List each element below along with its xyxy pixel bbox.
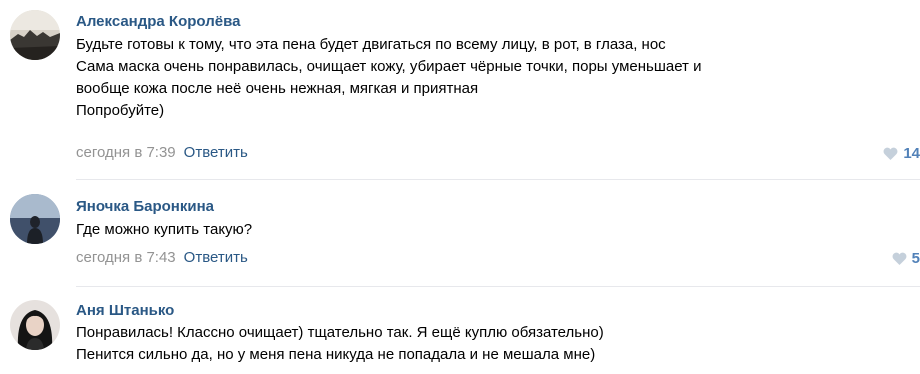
comment-text: Где можно купить такую? (76, 219, 252, 241)
avatar[interactable] (10, 10, 60, 60)
like-button[interactable]: 14 (883, 145, 920, 162)
comment-text-line: вообще кожа после неё очень нежная, мягк… (76, 80, 479, 97)
reply-button[interactable]: Ответить (184, 249, 248, 266)
author-name[interactable]: Аня Штанько (76, 302, 174, 319)
comment-meta: сегодня в 7:39 Ответить (76, 144, 248, 161)
comment-time[interactable]: сегодня в 7:43 (76, 249, 176, 266)
comment-text-line: Сама маска очень понравилась, очищает ко… (76, 58, 702, 75)
like-count: 14 (903, 145, 920, 162)
like-count: 5 (911, 250, 920, 267)
comment-text: Будьте готовы к тому, что эта пена будет… (76, 34, 701, 122)
comment-text-line: Понравилась! Классно очищает) тщательно … (76, 324, 604, 341)
comment-text-line: Где можно купить такую? (76, 221, 253, 238)
author-name[interactable]: Александра Королёва (76, 13, 240, 30)
divider (76, 286, 920, 287)
avatar[interactable] (10, 194, 60, 244)
heart-icon (883, 147, 898, 160)
avatar[interactable] (10, 300, 60, 350)
divider (76, 179, 920, 180)
comment-text-line: Попробуйте) (76, 102, 165, 119)
heart-icon (892, 252, 907, 265)
like-button[interactable]: 5 (892, 250, 920, 267)
author-name[interactable]: Яночка Баронкина (76, 198, 214, 215)
reply-button[interactable]: Ответить (184, 144, 248, 161)
comment-meta: сегодня в 7:43 Ответить (76, 249, 248, 266)
comment-time[interactable]: сегодня в 7:39 (76, 144, 176, 161)
comment-text-line: Будьте готовы к тому, что эта пена будет… (76, 36, 666, 53)
comment-text: Понравилась! Классно очищает) тщательно … (76, 322, 604, 366)
comment-text-line: Пенится сильно да, но у меня пена никуда… (76, 346, 596, 363)
